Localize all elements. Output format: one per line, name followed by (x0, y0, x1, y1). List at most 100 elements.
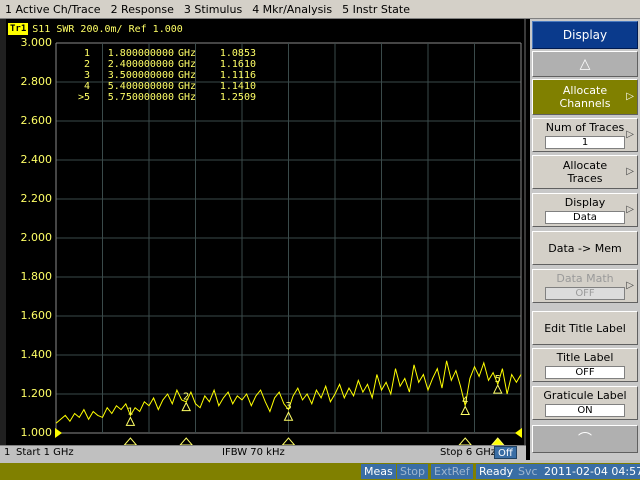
marker-id: 1 (83, 48, 90, 59)
display-mode-field[interactable]: Data (545, 211, 625, 224)
softkey-label: Data Math (556, 272, 614, 285)
trace-marker: 2 (181, 392, 192, 412)
softkey-label: Allocate Channels (559, 84, 611, 110)
y-tick-label: 2.000 (20, 231, 53, 244)
marker-stimulus-indicator (179, 437, 193, 445)
marker-unit: GHz (178, 92, 197, 103)
marker-triangle (492, 383, 503, 394)
softkey-label: Graticule Label (543, 389, 627, 402)
menu-stimulus[interactable]: 3 Stimulus (179, 0, 247, 19)
y-tick-label: 1.200 (20, 387, 53, 400)
y-tick-label: 1.600 (20, 309, 53, 322)
softkey-allocate-channels[interactable]: Allocate Channels ▷ (532, 79, 638, 115)
marker-triangle (460, 405, 471, 416)
marker-row: 3 3.500000000 GHz 1.1116 (66, 70, 256, 81)
y-tick-label: 2.800 (20, 75, 53, 88)
marker-label: 1 (127, 406, 133, 417)
marker-id: 3 (83, 70, 90, 81)
softkey-display[interactable]: Display Data ▷ (532, 193, 638, 227)
menu-active-ch-trace[interactable]: 1 Active Ch/Trace (0, 0, 106, 19)
trace-display[interactable]: 12345 3.000 2.800 2.600 2.400 2.200 2.000 1.80… (6, 19, 526, 445)
marker-stimulus-indicator (491, 437, 505, 445)
num-traces-field[interactable]: 1 (545, 136, 625, 149)
y-tick-label: 1.000 (20, 426, 53, 439)
menu-response[interactable]: 2 Response (106, 0, 179, 19)
marker-label: 3 (285, 401, 291, 412)
graticule-label-field[interactable]: ON (545, 404, 625, 417)
trace-marker: 1 (125, 406, 136, 426)
menu-bar: 1 Active Ch/Trace 2 Response 3 Stimulus … (0, 0, 640, 19)
submenu-arrow-icon: ▷ (626, 129, 634, 140)
softkey-label: Allocate Traces (562, 159, 608, 185)
y-tick-label: 2.400 (20, 153, 53, 166)
softkey-graticule-label[interactable]: Graticule Label ON (532, 386, 638, 420)
softkey-label: Num of Traces (545, 121, 625, 134)
off-indicator: Off (494, 446, 517, 459)
marker-frequency: 5.400000000 (107, 81, 174, 92)
submenu-arrow-icon: ▷ (626, 91, 634, 102)
marker-frequency: 1.800000000 (107, 48, 174, 59)
softkey-data-to-mem[interactable]: Data -> Mem (532, 231, 638, 265)
y-tick-label: 3.000 (20, 36, 53, 49)
submenu-arrow-icon: ▷ (626, 280, 634, 291)
marker-row: 2 2.400000000 GHz 1.1610 (66, 59, 256, 70)
softkey-label: Edit Title Label (544, 321, 626, 335)
marker-unit: GHz (178, 59, 197, 70)
softkey-title-label[interactable]: Title Label OFF (532, 348, 638, 382)
status-extref: ExtRef (431, 464, 473, 479)
channel-index: 1 (4, 447, 11, 458)
marker-value: 1.2509 (219, 92, 256, 103)
submenu-arrow-icon: ▷ (626, 166, 634, 177)
scroll-up-icon: △ (579, 56, 591, 72)
marker-id: 2 (83, 59, 90, 70)
status-meas: Meas (361, 464, 396, 479)
channel-status-bar: 1 Start 1 GHz IFBW 70 kHz Stop 6 GHz Off (0, 445, 526, 460)
marker-row: 1 1.800000000 GHz 1.0853 (66, 48, 256, 59)
marker-layer: 1 2 3 4 5 (123, 374, 505, 445)
return-icon: ⌒ (578, 432, 592, 448)
status-ready: Ready (476, 464, 517, 479)
marker-value: 1.1410 (219, 81, 256, 92)
softkey-scroll-up[interactable]: △ (532, 51, 638, 77)
trace-marker: 4 (460, 396, 471, 416)
trace-badge[interactable]: Tr1 (8, 23, 29, 35)
softkey-menu-title[interactable]: Display (532, 21, 638, 49)
softkey-label: Display (564, 196, 606, 209)
marker-label: 4 (462, 396, 468, 407)
softkey-edit-title-label[interactable]: Edit Title Label (532, 311, 638, 345)
marker-value: 1.1610 (219, 59, 256, 70)
marker-id: 4 (83, 81, 90, 92)
trace-marker: 5 (492, 374, 503, 394)
softkey-label: Data -> Mem (548, 241, 622, 255)
softkey-data-math[interactable]: Data Math OFF ▷ (532, 269, 638, 303)
data-math-field: OFF (545, 287, 625, 300)
marker-table: 1 1.800000000 GHz 1.0853 2 2.400000000 GHz 1.16… (66, 48, 256, 103)
softkey-num-of-traces[interactable]: Num of Traces 1 ▷ (532, 118, 638, 152)
title-label-field[interactable]: OFF (545, 366, 625, 379)
marker-unit: GHz (178, 48, 197, 59)
y-tick-label: 2.600 (20, 114, 53, 127)
marker-frequency: 2.400000000 (107, 59, 174, 70)
start-frequency: Start 1 GHz (16, 447, 74, 458)
instrument-status-bar: Meas Stop ExtRef Ready Svc 2011-02-04 04… (0, 463, 640, 480)
ifbw-value: IFBW 70 kHz (222, 447, 285, 458)
marker-frequency: 3.500000000 (107, 70, 174, 81)
softkey-label: Title Label (556, 351, 614, 364)
marker-label: 5 (495, 374, 501, 385)
menu-mkr-analysis[interactable]: 4 Mkr/Analysis (247, 0, 337, 19)
marker-triangle (125, 416, 136, 426)
y-tick-label: 1.400 (20, 348, 53, 361)
y-tick-label: 2.200 (20, 192, 53, 205)
trace-header-text: S11 SWR 200.0m/ Ref 1.000 (32, 23, 183, 35)
marker-triangle (181, 401, 192, 412)
marker-stimulus-indicator (458, 437, 472, 445)
marker-unit: GHz (178, 81, 197, 92)
marker-unit: GHz (178, 70, 197, 81)
menu-instr-state[interactable]: 5 Instr State (337, 0, 415, 19)
softkey-allocate-traces[interactable]: Allocate Traces ▷ (532, 155, 638, 189)
softkey-return[interactable]: ⌒ (532, 425, 638, 453)
trace-header[interactable]: Tr1 S11 SWR 200.0m/ Ref 1.000 (8, 22, 183, 36)
reference-level-right-marker (515, 428, 522, 438)
reference-level-left-marker (55, 428, 62, 438)
marker-row: >5 5.750000000 GHz 1.2509 (66, 92, 256, 103)
